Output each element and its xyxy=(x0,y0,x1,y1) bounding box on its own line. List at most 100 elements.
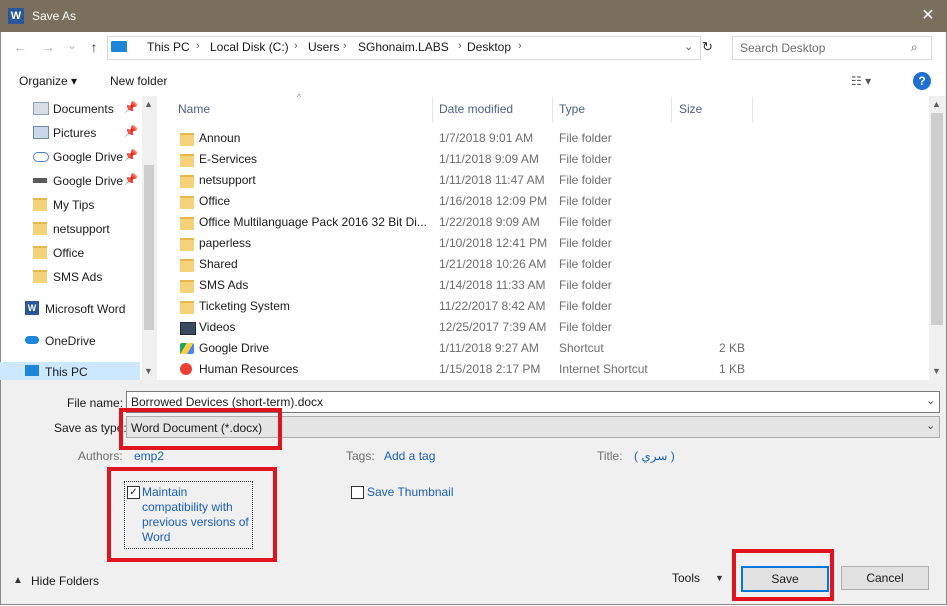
sidebar-item-this-pc[interactable]: This PC xyxy=(0,362,140,380)
close-icon[interactable]: ✕ xyxy=(914,4,942,28)
hide-folders-button[interactable]: Hide Folders xyxy=(31,574,99,588)
videos-icon xyxy=(180,322,196,335)
folder-icon xyxy=(33,270,47,283)
column-divider[interactable] xyxy=(671,97,672,123)
table-row[interactable]: Office Multilanguage Pack 2016 32 Bit Di… xyxy=(160,212,928,233)
tags-input[interactable]: Add a tag xyxy=(384,449,435,463)
breadcrumb-chevron-icon[interactable]: › xyxy=(458,40,462,52)
drive-icon xyxy=(33,178,47,183)
search-input[interactable]: Search Desktop xyxy=(740,41,825,55)
new-folder-button[interactable]: New folder xyxy=(110,74,167,88)
breadcrumb-user[interactable]: SGhonaim.LABS xyxy=(358,40,449,54)
title-input[interactable]: ( سري ) xyxy=(634,449,675,463)
breadcrumb-local-disk[interactable]: Local Disk (C:) xyxy=(210,40,289,54)
folder-icon xyxy=(180,196,194,209)
word-app-icon: W xyxy=(8,8,24,24)
folder-icon xyxy=(180,154,194,167)
internet-shortcut-icon xyxy=(180,363,192,375)
folder-icon xyxy=(180,238,194,251)
scroll-up-icon[interactable]: ▲ xyxy=(144,99,153,109)
sidebar-item-pictures[interactable]: Pictures 📌 xyxy=(0,122,140,144)
column-header-date-modified[interactable]: Date modified xyxy=(439,102,513,116)
folder-icon xyxy=(180,301,194,314)
folder-icon xyxy=(33,222,47,235)
sidebar-item-google-drive-2[interactable]: Google Drive 📌 xyxy=(0,170,140,192)
folder-icon xyxy=(180,259,194,272)
cancel-button[interactable]: Cancel xyxy=(841,566,929,590)
breadcrumb-this-pc[interactable]: This PC xyxy=(147,40,190,54)
up-arrow-icon[interactable]: ↑ xyxy=(86,39,102,55)
pin-icon: 📌 xyxy=(124,174,138,186)
pictures-icon xyxy=(33,126,49,139)
back-arrow-icon[interactable]: ← xyxy=(12,39,28,55)
table-row[interactable]: Shared 1/21/2018 10:26 AM File folder xyxy=(160,254,928,275)
table-row[interactable]: Videos 12/25/2017 7:39 AM File folder xyxy=(160,317,928,338)
recent-locations-icon[interactable]: ⌄ xyxy=(64,39,80,52)
sidebar-item-onedrive[interactable]: OneDrive xyxy=(0,330,140,352)
table-row[interactable]: E-Services 1/11/2018 9:09 AM File folder xyxy=(160,149,928,170)
column-header-size[interactable]: Size xyxy=(679,102,702,116)
sidebar-item-label: Pictures xyxy=(53,126,97,140)
column-header-name[interactable]: Name xyxy=(178,102,210,116)
highlight-box xyxy=(119,408,282,450)
breadcrumb-chevron-icon[interactable]: › xyxy=(196,40,200,52)
sidebar-item-documents[interactable]: Documents 📌 xyxy=(0,98,140,120)
tools-button[interactable]: Tools xyxy=(672,571,700,585)
sidebar-item-label: Google Drive xyxy=(53,150,124,164)
column-divider[interactable] xyxy=(552,97,553,123)
sort-ascending-icon: ^ xyxy=(297,92,302,102)
authors-value[interactable]: emp2 xyxy=(134,449,164,463)
scroll-down-icon[interactable]: ▼ xyxy=(932,366,941,376)
table-row[interactable]: Announ 1/7/2018 9:01 AM File folder xyxy=(160,128,928,149)
breadcrumb-chevron-icon[interactable]: › xyxy=(294,40,298,52)
file-list-scroll-thumb[interactable] xyxy=(931,113,943,325)
sidebar-item-microsoft-word[interactable]: W Microsoft Word xyxy=(0,298,140,320)
scroll-down-icon[interactable]: ▼ xyxy=(144,366,153,376)
save-thumbnail-label[interactable]: Save Thumbnail xyxy=(367,485,454,499)
breadcrumb-chevron-icon[interactable]: › xyxy=(343,40,347,52)
column-divider[interactable] xyxy=(752,97,753,123)
nav-pane-scroll-thumb[interactable] xyxy=(144,165,154,330)
sidebar-item-label: My Tips xyxy=(53,198,95,212)
table-row[interactable]: Office 1/16/2018 12:09 PM File folder xyxy=(160,191,928,212)
title-bar xyxy=(0,0,947,32)
sidebar-item-google-drive[interactable]: Google Drive 📌 xyxy=(0,146,140,168)
breadcrumb-desktop[interactable]: Desktop xyxy=(467,40,511,54)
chevron-up-icon[interactable]: ▲ xyxy=(13,575,23,586)
tools-dropdown-icon[interactable]: ▼ xyxy=(715,573,724,583)
word-icon: W xyxy=(25,301,39,315)
table-row[interactable]: Ticketing System 11/22/2017 8:42 AM File f… xyxy=(160,296,928,317)
title-label: Title: xyxy=(597,449,623,463)
refresh-icon[interactable]: ↻ xyxy=(702,39,713,55)
chevron-down-icon[interactable]: ⌄ xyxy=(926,394,935,407)
authors-label: Authors: xyxy=(78,449,123,463)
scroll-up-icon[interactable]: ▲ xyxy=(932,99,941,109)
column-divider[interactable] xyxy=(432,97,433,123)
organize-button[interactable]: Organize ▾ xyxy=(19,74,77,88)
forward-arrow-icon[interactable]: → xyxy=(40,39,56,55)
documents-icon xyxy=(33,102,49,115)
pc-icon xyxy=(25,365,39,376)
file-name-label: File name: xyxy=(67,396,124,410)
breadcrumb-chevron-icon[interactable]: › xyxy=(518,40,522,52)
file-name-input[interactable]: Borrowed Devices (short-term).docx xyxy=(131,395,323,409)
table-row[interactable]: paperless 1/10/2018 12:41 PM File folder xyxy=(160,233,928,254)
sidebar-item-my-tips[interactable]: My Tips xyxy=(0,194,140,216)
save-thumbnail-checkbox[interactable] xyxy=(351,486,364,499)
table-row[interactable]: Human Resources 1/15/2018 2:17 PM Internet… xyxy=(160,359,928,380)
address-dropdown-icon[interactable]: ⌄ xyxy=(684,40,693,53)
chevron-down-icon[interactable]: ⌄ xyxy=(926,419,935,432)
sidebar-item-netsupport[interactable]: netsupport xyxy=(0,218,140,240)
help-icon[interactable]: ? xyxy=(913,72,931,90)
tags-label: Tags: xyxy=(346,449,375,463)
breadcrumb-users[interactable]: Users xyxy=(308,40,339,54)
table-row[interactable]: netsupport 1/11/2018 11:47 AM File folder xyxy=(160,170,928,191)
search-icon[interactable]: ⌕ xyxy=(911,40,918,55)
sidebar-item-office[interactable]: Office xyxy=(0,242,140,264)
table-row[interactable]: SMS Ads 1/14/2018 11:33 AM File folder xyxy=(160,275,928,296)
table-row[interactable]: Google Drive 1/11/2018 9:27 AM Shortcut 2 K… xyxy=(160,338,928,359)
sidebar-item-sms-ads[interactable]: SMS Ads xyxy=(0,266,140,288)
column-header-type[interactable]: Type xyxy=(559,102,585,116)
google-drive-icon xyxy=(180,343,194,354)
view-options-icon[interactable]: ☷ ▾ xyxy=(851,74,871,88)
